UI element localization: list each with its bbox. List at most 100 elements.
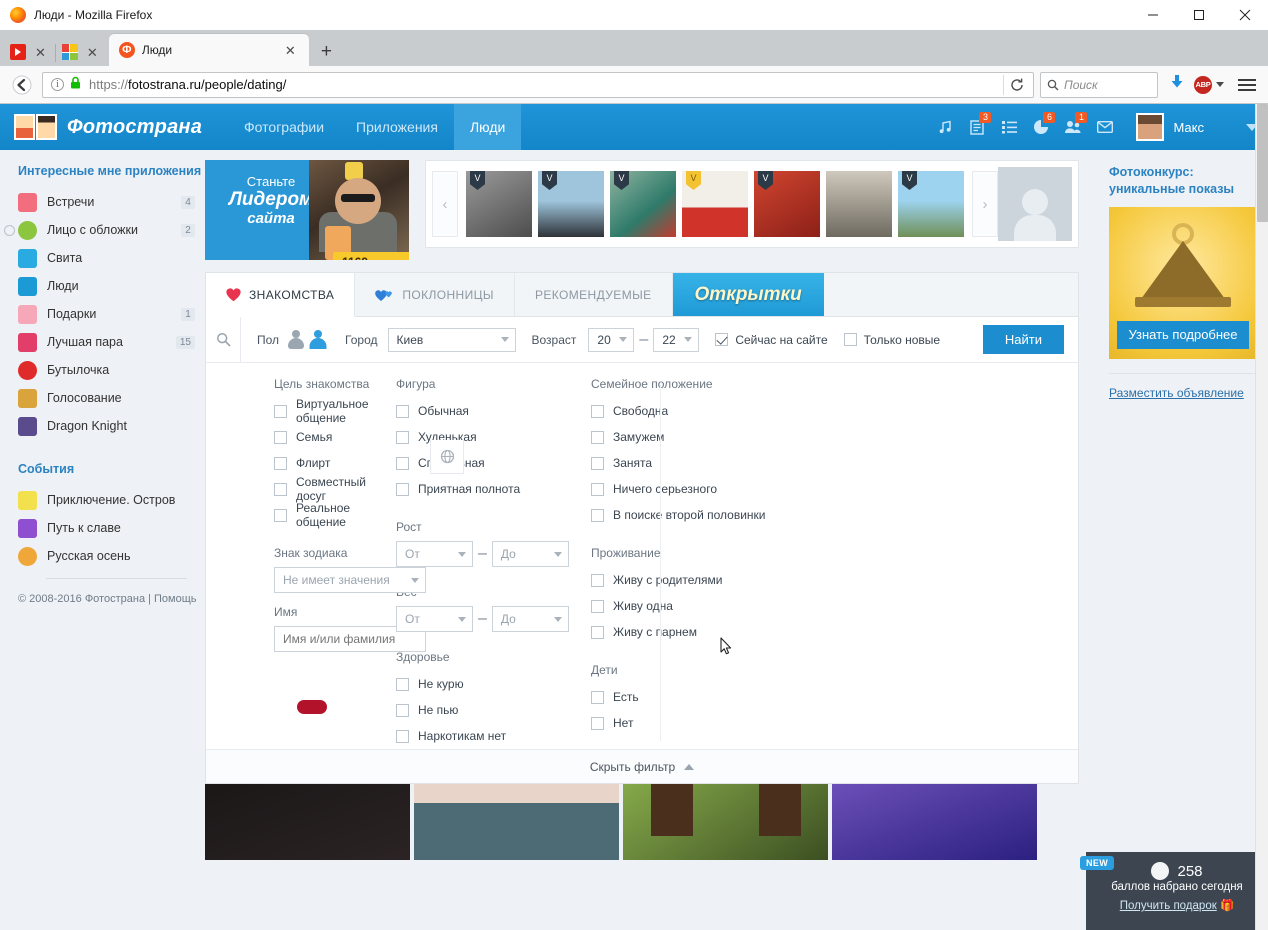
points-toast[interactable]: NEW 258 баллов набрано сегодня Получить … — [1080, 852, 1268, 930]
page-info-icon[interactable]: i — [51, 78, 64, 91]
checkbox[interactable] — [396, 430, 409, 444]
sidebar-item-luchshaya-para[interactable]: Лучшая пара 15 — [18, 328, 205, 356]
female-icon[interactable] — [308, 329, 328, 351]
leader-avatar[interactable]: V — [610, 171, 676, 237]
nav-item-apps[interactable]: Приложения — [340, 104, 454, 150]
scrollbar-thumb[interactable] — [1257, 104, 1268, 222]
checkbox[interactable] — [591, 482, 604, 496]
figure-option-athletic[interactable]: Спортивная — [396, 450, 581, 476]
sidebar-event-russkaya-osen[interactable]: Русская осень — [18, 542, 205, 570]
close-button[interactable] — [1222, 0, 1268, 30]
tab-poklonnicy[interactable]: ПОКЛОННИЦЫ — [355, 273, 515, 316]
checkbox[interactable] — [274, 508, 287, 522]
family-option-nothing-serious[interactable]: Ничего серьезного — [591, 476, 821, 502]
zodiac-select[interactable]: Не имеет значения — [274, 567, 426, 593]
browser-tab-youtube[interactable]: ✕ — [6, 38, 53, 66]
sidebar-item-lyudi[interactable]: Люди — [18, 272, 205, 300]
family-option-single[interactable]: Свободна — [591, 398, 821, 424]
leader-placeholder-avatar[interactable] — [998, 167, 1072, 241]
goal-option-leisure[interactable]: Совместный досуг — [274, 475, 386, 503]
age-to-select[interactable]: 22 — [653, 327, 700, 352]
sidebar-item-svita[interactable]: Свита — [18, 244, 205, 272]
checkbox[interactable] — [591, 404, 604, 418]
downloads-icon[interactable] — [1170, 74, 1184, 95]
maximize-button[interactable] — [1176, 0, 1222, 30]
messages-icon[interactable] — [1090, 112, 1120, 142]
close-icon[interactable]: ✕ — [82, 46, 103, 59]
figure-option-slim[interactable]: Худенькая — [396, 424, 581, 450]
checkbox[interactable] — [591, 599, 604, 613]
leader-photo[interactable]: 1169 ставок — [309, 160, 409, 260]
address-bar[interactable]: i https://fotostrana.ru/people/dating/ — [42, 71, 1034, 98]
close-icon[interactable]: ✕ — [30, 46, 51, 59]
leader-avatar[interactable]: V — [898, 171, 964, 237]
chevron-down-icon[interactable] — [1216, 82, 1224, 87]
friends-icon[interactable]: 1 — [1058, 112, 1088, 142]
living-option-parents[interactable]: Живу с родителями — [591, 567, 821, 593]
get-gift-link[interactable]: Получить подарок — [1120, 900, 1217, 912]
browser-search-box[interactable]: Поиск — [1040, 71, 1158, 98]
goal-option-flirt[interactable]: Флирт — [274, 450, 386, 476]
sidebar-event-put-k-slave[interactable]: Путь к славе — [18, 514, 205, 542]
checkbox[interactable] — [274, 482, 287, 496]
leader-avatar[interactable]: V — [754, 171, 820, 237]
city-select[interactable]: Киев — [387, 327, 516, 352]
new-tab-button[interactable]: + — [321, 41, 332, 63]
menu-icon[interactable] — [1238, 78, 1256, 91]
checkbox[interactable] — [591, 625, 604, 639]
health-option-nodrink[interactable]: Не пью — [396, 697, 581, 723]
height-to-select[interactable]: До — [491, 541, 569, 567]
hide-filter-button[interactable]: Скрыть фильтр — [206, 749, 1078, 783]
browser-tab-active[interactable]: Ф Люди ✕ — [108, 34, 309, 66]
height-from-select[interactable]: От — [396, 541, 473, 567]
checkbox[interactable] — [396, 404, 409, 418]
health-option-nosmoke[interactable]: Не курю — [396, 671, 581, 697]
male-icon[interactable] — [286, 329, 306, 351]
close-icon[interactable]: ✕ — [280, 44, 301, 57]
leader-avatar[interactable]: V — [466, 171, 532, 237]
get-gift-row[interactable]: Получить подарок 🎁 — [1098, 898, 1256, 912]
checkbox[interactable] — [274, 404, 287, 418]
living-option-alone[interactable]: Живу одна — [591, 593, 821, 619]
checkbox[interactable] — [396, 456, 409, 470]
goal-option-real[interactable]: Реальное общение — [274, 501, 386, 529]
search-icon[interactable] — [206, 317, 240, 362]
notifications-icon[interactable]: 6 — [1026, 112, 1056, 142]
age-from-select[interactable]: 20 — [588, 327, 635, 352]
sidebar-event-priklyuchenie-ostrov[interactable]: Приключение. Остров — [18, 486, 205, 514]
family-option-taken[interactable]: Занята — [591, 450, 821, 476]
leader-avatar[interactable] — [826, 171, 892, 237]
list-icon[interactable] — [994, 112, 1024, 142]
browser-tab-apps[interactable]: ✕ — [58, 38, 105, 66]
checkbox[interactable] — [396, 729, 409, 743]
health-option-nodrugs[interactable]: Наркотикам нет — [396, 723, 581, 749]
photo-contest-banner[interactable]: Узнать подробнее — [1109, 206, 1257, 359]
nav-item-people[interactable]: Люди — [453, 104, 522, 150]
find-button[interactable]: Найти — [982, 325, 1064, 354]
back-button[interactable] — [8, 71, 36, 99]
sidebar-item-golosovanie[interactable]: Голосование — [18, 384, 205, 412]
new-only-checkbox[interactable] — [843, 333, 857, 346]
fotostrana-logo-icon[interactable] — [14, 114, 57, 140]
nav-item-photos[interactable]: Фотографии — [228, 104, 340, 150]
checkbox[interactable] — [591, 430, 604, 444]
globe-icon[interactable] — [430, 440, 464, 474]
learn-more-button[interactable]: Узнать подробнее — [1117, 320, 1249, 349]
checkbox[interactable] — [591, 690, 604, 704]
checkbox[interactable] — [591, 716, 604, 730]
goal-option-virtual[interactable]: Виртуальное общение — [274, 397, 386, 425]
carousel-prev-button[interactable]: ‹ — [432, 171, 458, 237]
weight-from-select[interactable]: От — [396, 606, 473, 632]
sidebar-item-dragon-knight[interactable]: Dragon Knight — [18, 412, 205, 440]
checkbox[interactable] — [591, 508, 604, 522]
weight-to-select[interactable]: До — [491, 606, 569, 632]
children-option-yes[interactable]: Есть — [591, 684, 821, 710]
goal-option-family[interactable]: Семья — [274, 424, 386, 450]
reload-icon[interactable] — [1003, 74, 1029, 95]
checkbox[interactable] — [396, 703, 409, 717]
place-ad-link[interactable]: Разместить объявление — [1109, 386, 1244, 400]
tab-rekomenduemye[interactable]: РЕКОМЕНДУЕМЫЕ — [515, 273, 673, 316]
sidebar-item-lico-s-oblozhki[interactable]: Лицо с обложки 2 — [4, 216, 205, 244]
tab-znakomstva[interactable]: ЗНАКОМСТВА — [206, 273, 356, 317]
minimize-button[interactable] — [1130, 0, 1176, 30]
